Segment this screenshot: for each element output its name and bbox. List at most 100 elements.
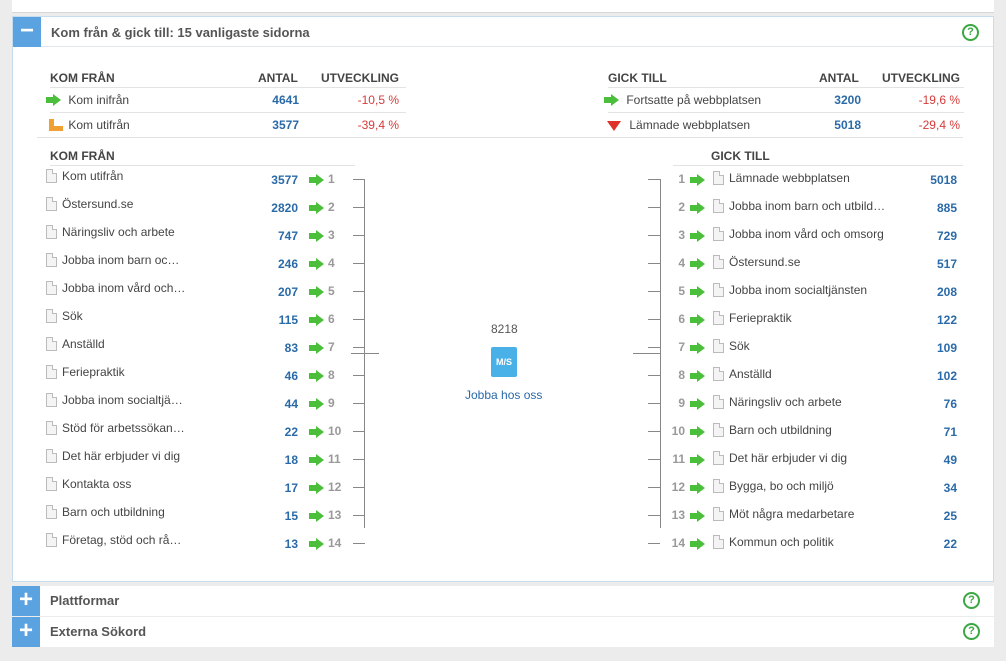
from-row[interactable]: Näringsliv och arbete	[46, 225, 175, 239]
document-icon	[713, 479, 724, 493]
to-row[interactable]: Kommun och politik	[713, 535, 834, 549]
green-arrow-icon	[690, 201, 705, 215]
to-row[interactable]: Barn och utbildning	[713, 423, 832, 437]
summary-dev: -29,4 %	[918, 118, 960, 132]
to-bracket-connector	[633, 353, 660, 354]
from-row[interactable]: Sök	[46, 309, 83, 323]
from-rank: 12	[328, 480, 342, 494]
bracket-tick	[648, 487, 660, 488]
summary-row-left[interactable]: Lämnade webbplatsen	[607, 118, 750, 132]
green-arrow-icon	[309, 257, 324, 271]
from-row[interactable]: Jobba inom vård och…	[46, 281, 185, 295]
from-label: Näringsliv och arbete	[62, 225, 175, 239]
document-icon	[46, 365, 57, 379]
bracket-tick	[648, 403, 660, 404]
to-count: 49	[943, 453, 957, 467]
to-count: 25	[943, 509, 957, 523]
center-page-link[interactable]: Jobba hos oss	[465, 388, 542, 402]
from-row[interactable]: Kom utifrån	[46, 169, 123, 183]
from-row[interactable]: Feriepraktik	[46, 365, 125, 379]
to-row[interactable]: Anställd	[713, 367, 772, 381]
from-row[interactable]: Företag, stöd och rå…	[46, 533, 181, 547]
flow-panel-header[interactable]: − Kom från & gick till: 15 vanligaste si…	[13, 17, 993, 47]
bracket-tick	[648, 319, 660, 320]
green-arrow-icon	[309, 509, 324, 523]
to-row[interactable]: Bygga, bo och miljö	[713, 479, 834, 493]
bracket-tick	[648, 179, 660, 180]
from-label: Jobba inom barn oc…	[62, 253, 180, 267]
summary-label: Lämnade webbplatsen	[629, 118, 751, 132]
to-label: Näringsliv och arbete	[729, 395, 842, 409]
collapse-toggle-icon[interactable]: −	[13, 17, 41, 47]
to-count: 109	[936, 341, 957, 355]
bracket-tick	[648, 207, 660, 208]
bracket-tick	[648, 375, 660, 376]
flow-panel: − Kom från & gick till: 15 vanligaste si…	[12, 16, 994, 582]
from-label: Barn och utbildning	[62, 505, 165, 519]
to-row[interactable]: Jobba inom socialtjänsten	[713, 283, 867, 297]
from-row[interactable]: Barn och utbildning	[46, 505, 165, 519]
platforms-panel[interactable]: + Plattformar ?	[12, 586, 994, 616]
from-row[interactable]: Stöd för arbetssökan…	[46, 421, 185, 435]
to-row[interactable]: Jobba inom vård och omsorg	[713, 227, 884, 241]
to-row[interactable]: Näringsliv och arbete	[713, 395, 842, 409]
from-row[interactable]: Kontakta oss	[46, 477, 131, 491]
expand-toggle-icon[interactable]: +	[12, 586, 40, 616]
bracket-tick	[353, 319, 365, 320]
green-arrow-icon	[309, 453, 324, 467]
page-icon: M/S	[491, 347, 517, 377]
orange-arrow-icon	[49, 119, 63, 131]
document-icon	[46, 505, 57, 519]
summary-dev: -19,6 %	[918, 93, 960, 107]
from-row[interactable]: Jobba inom socialtjä…	[46, 393, 183, 407]
summary-row-outside[interactable]: Kom utifrån	[47, 118, 130, 132]
summary-count: 3577	[272, 118, 299, 132]
summary-count: 4641	[272, 93, 299, 107]
document-icon	[46, 197, 57, 211]
from-row[interactable]: Anställd	[46, 337, 105, 351]
to-label: Det här erbjuder vi dig	[729, 451, 848, 465]
to-row[interactable]: Sök	[713, 339, 750, 353]
from-rank: 14	[328, 536, 342, 550]
from-row[interactable]: Jobba inom barn oc…	[46, 253, 179, 267]
from-count: 46	[284, 369, 298, 383]
summary-row-inside[interactable]: Kom inifrån	[46, 93, 129, 107]
bracket-tick	[648, 347, 660, 348]
bracket-tick	[648, 543, 660, 544]
document-icon	[46, 169, 57, 183]
document-icon	[713, 451, 724, 465]
external-keywords-panel[interactable]: + Externa Sökord ?	[12, 617, 994, 647]
help-icon[interactable]: ?	[963, 592, 980, 609]
to-row[interactable]: Lämnade webbplatsen	[713, 171, 850, 185]
document-icon	[46, 253, 57, 267]
to-row[interactable]: Det här erbjuder vi dig	[713, 451, 847, 465]
to-rank: 13	[671, 508, 685, 522]
to-rank: 14	[671, 536, 685, 550]
to-row[interactable]: Feriepraktik	[713, 311, 792, 325]
summary-dev-header: UTVECKLING	[882, 71, 960, 85]
help-icon[interactable]: ?	[963, 623, 980, 640]
from-row[interactable]: Det här erbjuder vi dig	[46, 449, 180, 463]
expand-toggle-icon[interactable]: +	[12, 617, 40, 647]
from-rank: 5	[328, 284, 335, 298]
from-row[interactable]: Östersund.se	[46, 197, 133, 211]
green-arrow-icon	[690, 397, 705, 411]
to-row[interactable]: Östersund.se	[713, 255, 800, 269]
to-row[interactable]: Jobba inom barn och utbild…	[713, 199, 885, 213]
green-arrow-icon	[690, 425, 705, 439]
bracket-tick	[353, 291, 365, 292]
summary-row-continued[interactable]: Fortsatte på webbplatsen	[604, 93, 761, 107]
to-row[interactable]: Möt några medarbetare	[713, 507, 854, 521]
bracket-tick	[648, 291, 660, 292]
summary-count: 5018	[834, 118, 861, 132]
red-arrow-icon	[607, 121, 621, 131]
green-arrow-icon	[690, 341, 705, 355]
panel-title: Kom från & gick till: 15 vanligaste sido…	[51, 25, 310, 40]
bracket-tick	[353, 347, 365, 348]
help-icon[interactable]: ?	[962, 24, 979, 41]
to-label: Östersund.se	[729, 255, 801, 269]
divider	[50, 165, 355, 166]
from-rank: 8	[328, 368, 335, 382]
to-rank: 9	[678, 396, 685, 410]
to-rank: 8	[678, 368, 685, 382]
